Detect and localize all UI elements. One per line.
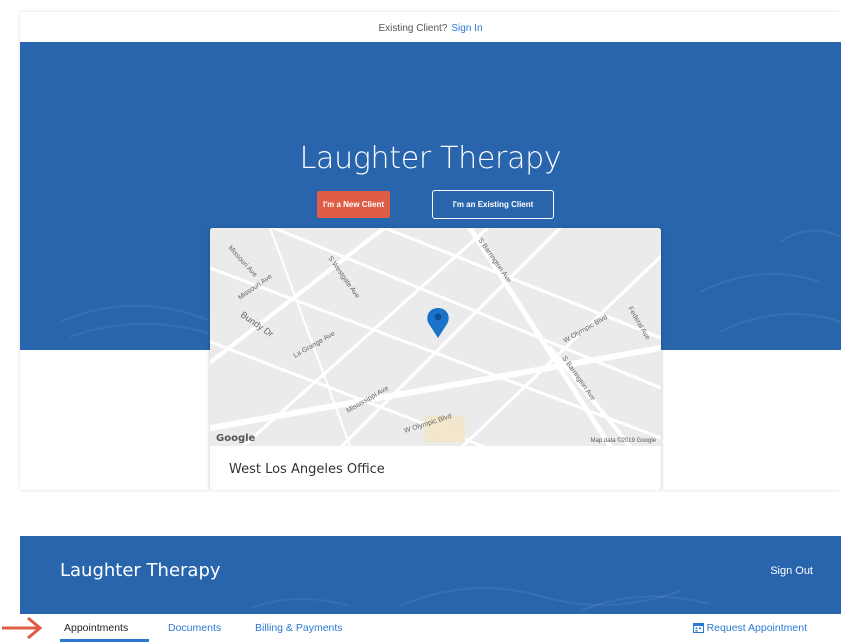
- new-client-button[interactable]: I'm a New Client: [317, 191, 390, 218]
- tab-documents[interactable]: Documents: [168, 622, 221, 634]
- office-map[interactable]: Missouri Ave Missouri Ave S Westgate Ave…: [210, 228, 661, 470]
- request-appointment-label: Request Appointment: [706, 622, 807, 634]
- dashboard-screenshot: Laughter Therapy Sign Out Appointments D…: [20, 536, 841, 642]
- tab-bar: Appointments Documents Billing & Payment…: [20, 614, 841, 642]
- map-attribution: Map data ©2019 Google: [591, 437, 657, 444]
- tab-billing-payments[interactable]: Billing & Payments: [255, 622, 343, 634]
- map-canvas: Missouri Ave Missouri Ave S Westgate Ave…: [210, 228, 661, 470]
- office-card: Missouri Ave Missouri Ave S Westgate Ave…: [210, 228, 661, 490]
- tab-appointments[interactable]: Appointments: [64, 622, 128, 634]
- sign-out-link[interactable]: Sign Out: [770, 565, 813, 577]
- office-name: West Los Angeles Office: [229, 462, 385, 477]
- request-appointment-button[interactable]: Request Appointment: [692, 622, 807, 634]
- google-logo: Google: [216, 433, 256, 444]
- sign-in-link[interactable]: Sign In: [451, 23, 482, 34]
- header-title: Laughter Therapy: [60, 560, 221, 581]
- practice-title: Laughter Therapy: [299, 141, 562, 176]
- existing-client-button[interactable]: I'm an Existing Client: [432, 190, 554, 219]
- dashboard-header: Laughter Therapy Sign Out: [20, 536, 841, 614]
- arrow-right-icon: [2, 616, 43, 639]
- calendar-icon: [692, 623, 704, 633]
- existing-client-prompt: Existing Client?: [378, 23, 448, 34]
- top-bar: Existing Client? Sign In: [20, 12, 841, 42]
- client-portal-screenshot: Existing Client? Sign In Laughter Therapy…: [20, 12, 841, 490]
